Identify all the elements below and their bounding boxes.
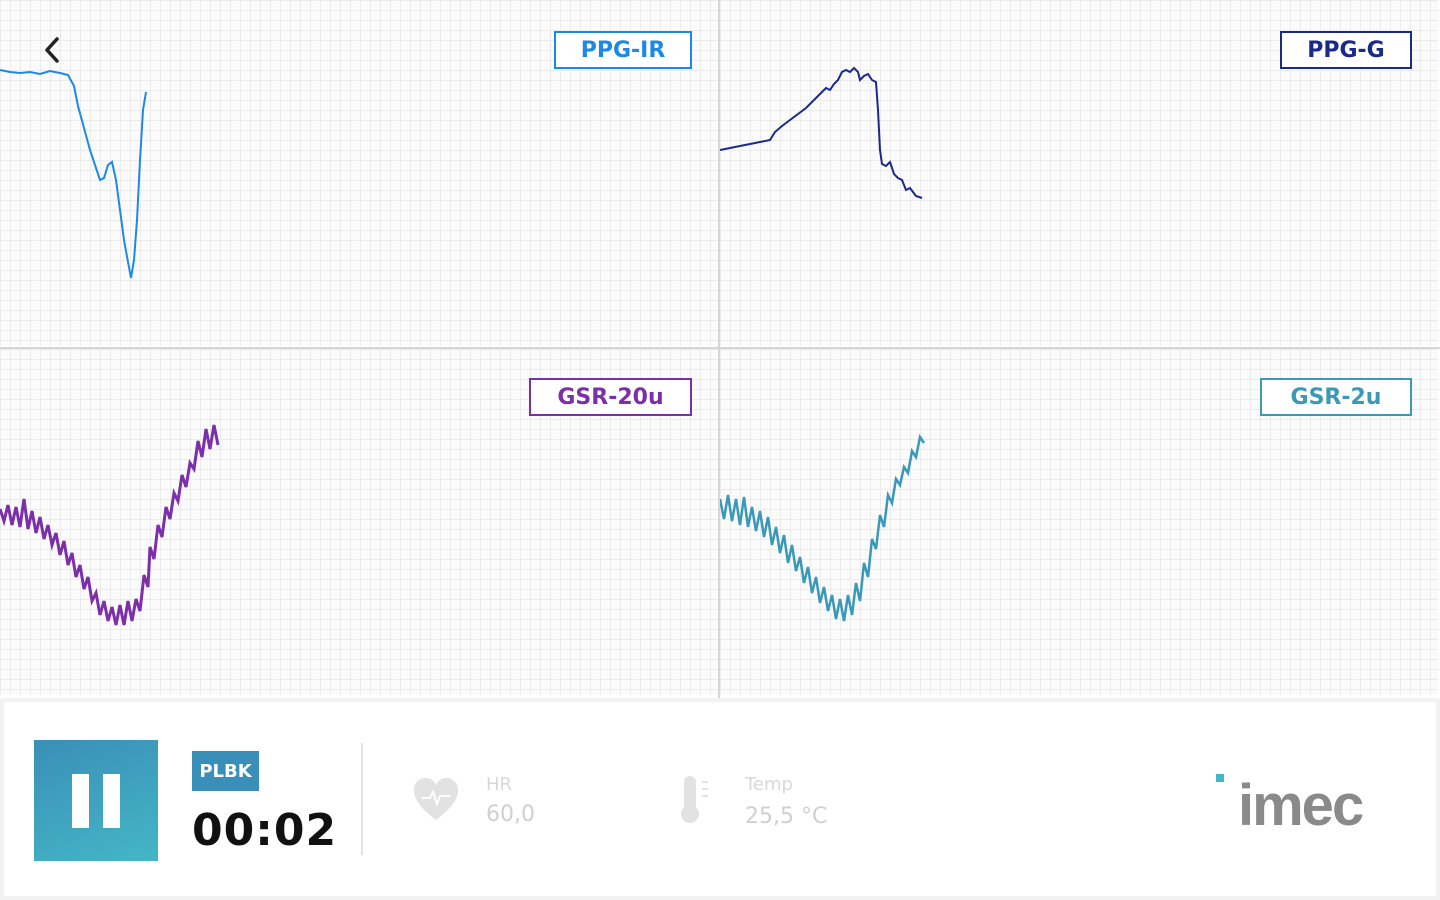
elapsed-timer: 00:02 [192, 805, 338, 856]
ppg-g-panel: PPG-G [720, 0, 1438, 346]
temp-value: 25,5 °C [745, 804, 828, 829]
control-bar [0, 698, 1440, 900]
gsr-2u-label: GSR-2u [1260, 378, 1412, 416]
pause-icon-bar [103, 773, 120, 828]
hr-value: 60,0 [486, 802, 535, 827]
hr-label: HR [486, 774, 513, 795]
control-bar-inner [4, 702, 1436, 896]
pause-button[interactable] [34, 740, 158, 861]
ppg-g-label: PPG-G [1280, 31, 1412, 69]
temp-label: Temp [745, 774, 793, 795]
gsr-20u-panel: GSR-20u [0, 349, 718, 695]
heart-icon [414, 778, 458, 820]
gsr-2u-panel: GSR-2u [720, 349, 1438, 695]
gsr-20u-label: GSR-20u [529, 378, 692, 416]
control-separator [361, 743, 363, 855]
pause-icon [72, 773, 89, 828]
imec-logo: imec [1238, 773, 1364, 838]
playback-badge: PLBK [192, 751, 259, 791]
panel-divider-horizontal [0, 347, 1440, 349]
ppg-ir-label: PPG-IR [554, 31, 692, 69]
ppg-ir-panel: PPG-IR [0, 0, 718, 346]
panel-divider-vertical [718, 0, 720, 698]
thermometer-icon [681, 776, 708, 823]
logo-accent-dot [1216, 774, 1224, 782]
